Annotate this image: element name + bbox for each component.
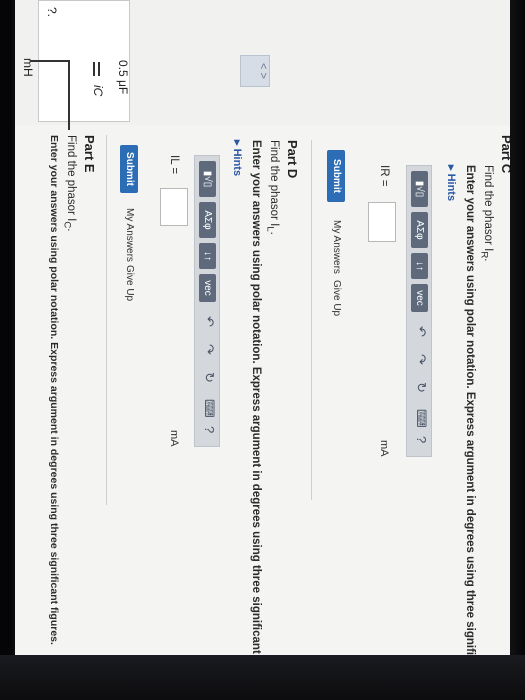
figure-nav-label: < > [257,63,269,79]
keyboard-icon[interactable]: ⌨ [201,399,217,418]
part-d-prompt: Find the phasor IL. [264,140,280,235]
figure-nav-buttons[interactable]: < > [240,55,270,87]
rotated-content: ?. < > mH 0.5 μF iC Part C Find the phas… [15,0,510,655]
part-c-math-toolbar: ▮√▯ ΑΣφ ↓↑ vec ↶ ↷ ↻ ⌨ ? [406,165,432,457]
question-content: Part C Find the phasor IR. Enter your an… [15,130,510,655]
reset-icon[interactable]: ↻ [413,382,429,393]
screen-bezel-left [0,0,12,700]
help-icon[interactable]: ? [202,426,217,433]
part-c-submit-button[interactable]: Submit [327,150,345,202]
section-divider [106,135,107,505]
part-d-answer-label: IL = [168,155,180,175]
part-c-instruction: Enter your answers using polar notation.… [464,165,476,655]
greek-button[interactable]: ΑΣφ [411,212,428,248]
help-icon[interactable]: ? [414,436,429,443]
part-d-my-answers-link[interactable]: My Answers [124,208,135,262]
part-c-prompt-sub: R [478,251,490,259]
part-c-give-up-link[interactable]: Give Up [331,280,342,316]
templates-button[interactable]: ▮√▯ [199,161,216,197]
capacitor-label: 0.5 μF [116,60,130,95]
vec-button[interactable]: vec [199,274,216,302]
part-d-instruction: Enter your answers using polar notation.… [250,140,262,655]
section-divider [311,140,312,500]
reset-icon[interactable]: ↻ [201,372,217,383]
circuit-wire [30,60,70,62]
part-c-prompt-text: Find the phasor I [482,165,494,252]
part-d-unit: mA [168,430,180,447]
capacitor-plate [93,62,95,76]
screen-bezel-bottom [0,655,525,700]
part-d-answer-input[interactable] [160,188,188,226]
part-d-title: Part D [285,140,300,179]
part-e-prompt-text: Find the phasor I [65,135,77,222]
part-c-my-answers-link[interactable]: My Answers [331,220,342,274]
arrows-button[interactable]: ↓↑ [411,253,428,279]
vec-button[interactable]: vec [411,284,428,312]
part-e-prompt-sub: C [61,221,73,229]
part-c-unit: mA [378,440,390,457]
figure-partial-label: ?. [45,7,59,18]
part-d-prompt-sub: L [264,226,276,232]
part-d-math-toolbar: ▮√▯ ΑΣφ ↓↑ vec ↶ ↷ ↻ ⌨ ? [194,155,220,447]
part-c-answer-label: IR = [378,165,390,187]
undo-icon[interactable]: ↶ [201,316,217,327]
part-e-title: Part E [82,135,97,173]
arrows-button[interactable]: ↓↑ [199,243,216,269]
templates-button[interactable]: ▮√▯ [411,171,428,207]
circuit-wire [68,60,70,130]
figure-column: ?. < > mH 0.5 μF iC [15,0,510,130]
part-d-prompt-text: Find the phasor I [268,140,280,227]
part-c-prompt: Find the phasor IR. [478,165,494,262]
part-e-prompt: Find the phasor IC. [61,135,77,232]
browser-page: ?. < > mH 0.5 μF iC Part C Find the phas… [15,0,510,655]
keyboard-icon[interactable]: ⌨ [413,409,429,428]
part-e-instruction: Enter your answers using polar notation.… [48,135,60,645]
redo-icon[interactable]: ↷ [201,344,217,355]
greek-button[interactable]: ΑΣφ [199,202,216,238]
undo-icon[interactable]: ↶ [413,326,429,337]
part-d-give-up-link[interactable]: Give Up [124,265,135,301]
redo-icon[interactable]: ↷ [413,354,429,365]
part-c-hints-link[interactable]: ▸ Hints [445,165,458,201]
current-label: iC [91,85,105,97]
part-d-hints-link[interactable]: ▸ Hints [231,140,244,176]
part-d-submit-button[interactable]: Submit [120,145,138,193]
capacitor-plate [98,62,100,76]
part-c-answer-input[interactable] [368,202,396,242]
part-c-title: Part C [499,135,510,173]
